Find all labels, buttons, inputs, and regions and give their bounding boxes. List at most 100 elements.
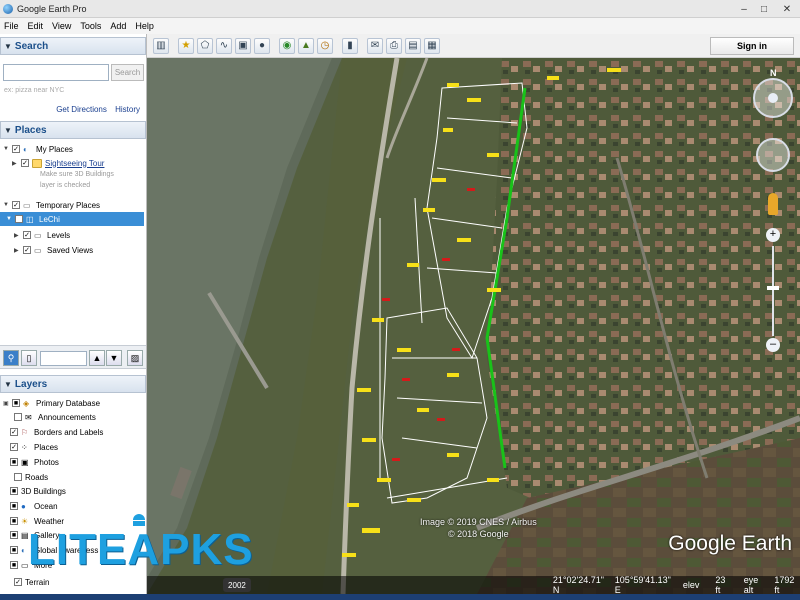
liteapks-watermark: LITEAPKS bbox=[28, 525, 254, 574]
elevation-value: 23 ft bbox=[715, 575, 726, 595]
checkbox[interactable]: ✓ bbox=[21, 159, 29, 167]
tree-item-levels[interactable]: ▶ ✓ ▭ Levels bbox=[14, 228, 70, 242]
checkbox[interactable]: ■ bbox=[10, 546, 18, 554]
checkbox[interactable]: ✓ bbox=[14, 578, 22, 586]
checkbox[interactable]: ✓ bbox=[10, 428, 18, 436]
zoom-handle[interactable] bbox=[767, 286, 779, 290]
checkbox[interactable]: ■ bbox=[10, 561, 18, 569]
collapse-icon[interactable]: ▣ bbox=[3, 400, 10, 407]
tree-item-saved-views[interactable]: ▶ ✓ ▭ Saved Views bbox=[14, 243, 93, 257]
checkbox[interactable]: ✓ bbox=[12, 145, 20, 153]
menu-add[interactable]: Add bbox=[110, 21, 126, 31]
north-icon[interactable]: N bbox=[770, 68, 777, 78]
expand-icon[interactable]: ▶ bbox=[14, 247, 21, 254]
image-overlay-icon[interactable]: ▣ bbox=[235, 37, 251, 54]
search-panel-header[interactable]: ▼ Search bbox=[0, 37, 146, 55]
path-icon[interactable]: ∿ bbox=[216, 37, 232, 54]
zoom-slider[interactable] bbox=[772, 246, 774, 336]
checkbox[interactable] bbox=[14, 473, 22, 481]
checkbox[interactable]: ✓ bbox=[23, 231, 31, 239]
eye-altitude-value: 1792 ft bbox=[774, 575, 795, 595]
message-icon: ✉ bbox=[25, 412, 32, 422]
panel-toggle-icon[interactable]: ▯ bbox=[21, 350, 37, 366]
layer-photos[interactable]: ■ ▣ Photos bbox=[10, 455, 59, 469]
tour-icon[interactable]: ● bbox=[254, 37, 270, 54]
layer-primary-database[interactable]: ▣ ■ ◈ Primary Database bbox=[3, 396, 100, 410]
tree-label[interactable]: Sightseeing Tour bbox=[45, 159, 104, 168]
checkbox[interactable]: ■ bbox=[10, 517, 18, 525]
search-button[interactable]: Search bbox=[111, 64, 144, 81]
checkbox[interactable]: ■ bbox=[10, 487, 18, 495]
email-icon[interactable]: ✉ bbox=[367, 37, 383, 54]
layer-roads[interactable]: Roads bbox=[14, 470, 48, 484]
move-down-icon[interactable]: ▼ bbox=[106, 350, 122, 366]
move-up-icon[interactable]: ▲ bbox=[89, 350, 105, 366]
layer-ocean[interactable]: ■ ● Ocean bbox=[10, 499, 58, 513]
tree-item-sightseeing[interactable]: ▶ ✓ Sightseeing Tour bbox=[12, 156, 104, 170]
layer-label: Terrain bbox=[25, 577, 50, 587]
placemark-icon[interactable]: ★ bbox=[178, 37, 194, 54]
print-icon[interactable]: ⎙ bbox=[386, 37, 402, 54]
google-earth-logo: Google Earth bbox=[668, 532, 792, 555]
look-center-icon[interactable] bbox=[768, 93, 778, 103]
layer-terrain[interactable]: ✓ Terrain bbox=[14, 575, 49, 589]
menu-view[interactable]: View bbox=[52, 21, 71, 31]
collapse-icon[interactable]: ▼ bbox=[6, 216, 13, 222]
add-content-icon[interactable]: ▨ bbox=[127, 350, 143, 366]
minimize-button[interactable]: – bbox=[734, 0, 754, 18]
collapse-icon: ▼ bbox=[4, 379, 12, 389]
sign-in-button[interactable]: Sign in bbox=[710, 37, 794, 55]
get-directions-link[interactable]: Get Directions bbox=[56, 105, 107, 114]
tree-item-lechi[interactable]: ▼ ✓ ◫ LeChi bbox=[0, 212, 144, 226]
look-joystick[interactable] bbox=[753, 78, 793, 118]
tree-item-my-places[interactable]: ▼ ✓ ◐ My Places bbox=[3, 142, 73, 156]
collapse-icon[interactable]: ▼ bbox=[3, 202, 10, 208]
zoom-in-icon[interactable]: + bbox=[766, 228, 780, 242]
checkbox[interactable]: ■ bbox=[10, 458, 18, 466]
search-input[interactable] bbox=[3, 64, 109, 81]
polygon-icon[interactable]: ⬠ bbox=[197, 37, 213, 54]
history-link[interactable]: History bbox=[115, 105, 140, 114]
checkbox[interactable]: ✓ bbox=[12, 201, 20, 209]
taskbar-strip bbox=[0, 594, 800, 600]
layer-places[interactable]: ✓ ⁘ Places bbox=[10, 440, 58, 454]
tree-item-temporary[interactable]: ▼ ✓ ▭ Temporary Places bbox=[3, 198, 100, 212]
search-places-icon[interactable]: ⚲ bbox=[3, 350, 19, 366]
sidebar-toggle-icon[interactable]: ▥ bbox=[153, 37, 169, 54]
places-filter-input[interactable] bbox=[40, 351, 87, 366]
historical-imagery-badge[interactable]: 2002 bbox=[223, 578, 251, 592]
search-hint: ex: pizza near NYC bbox=[4, 87, 65, 94]
menu-file[interactable]: File bbox=[4, 21, 19, 31]
layer-3d-buildings[interactable]: ■ 3D Buildings bbox=[10, 484, 66, 498]
layers-panel-header[interactable]: ▼ Layers bbox=[0, 375, 146, 393]
collapse-icon[interactable]: ▼ bbox=[3, 146, 10, 152]
sunlight-icon[interactable]: ▲ bbox=[298, 37, 314, 54]
layer-borders-labels[interactable]: ✓ ⚐ Borders and Labels bbox=[10, 425, 103, 439]
planets-icon[interactable]: ◉ bbox=[279, 37, 295, 54]
map-view[interactable]: N + – bbox=[147, 58, 800, 594]
zoom-out-icon[interactable]: – bbox=[766, 338, 780, 352]
checkbox[interactable]: ✓ bbox=[15, 215, 23, 223]
save-image-icon[interactable]: ▤ bbox=[405, 37, 421, 54]
layer-announcements[interactable]: ✉ Announcements bbox=[14, 410, 96, 424]
menu-edit[interactable]: Edit bbox=[28, 21, 44, 31]
checkbox[interactable]: ■ bbox=[10, 531, 18, 539]
places-panel-header[interactable]: ▼ Places bbox=[0, 121, 146, 139]
expand-icon[interactable]: ▶ bbox=[12, 160, 19, 167]
view-in-maps-icon[interactable]: ▦ bbox=[424, 37, 440, 54]
copyright-line-1: Image © 2019 CNES / Airbus bbox=[420, 517, 537, 527]
checkbox[interactable]: ✓ bbox=[23, 246, 31, 254]
street-view-pegman-icon[interactable] bbox=[768, 193, 778, 215]
close-button[interactable]: ✕ bbox=[774, 0, 800, 18]
maximize-button[interactable]: □ bbox=[754, 0, 774, 18]
ruler-icon[interactable]: ▮ bbox=[342, 37, 358, 54]
checkbox[interactable] bbox=[14, 413, 22, 421]
checkbox[interactable]: ■ bbox=[10, 502, 18, 510]
checkbox[interactable]: ✓ bbox=[10, 443, 18, 451]
expand-icon[interactable]: ▶ bbox=[14, 232, 21, 239]
historical-imagery-icon[interactable]: ◷ bbox=[317, 37, 333, 54]
checkbox[interactable]: ■ bbox=[12, 399, 20, 407]
move-joystick[interactable] bbox=[756, 138, 790, 172]
menu-tools[interactable]: Tools bbox=[80, 21, 101, 31]
menu-help[interactable]: Help bbox=[135, 21, 154, 31]
